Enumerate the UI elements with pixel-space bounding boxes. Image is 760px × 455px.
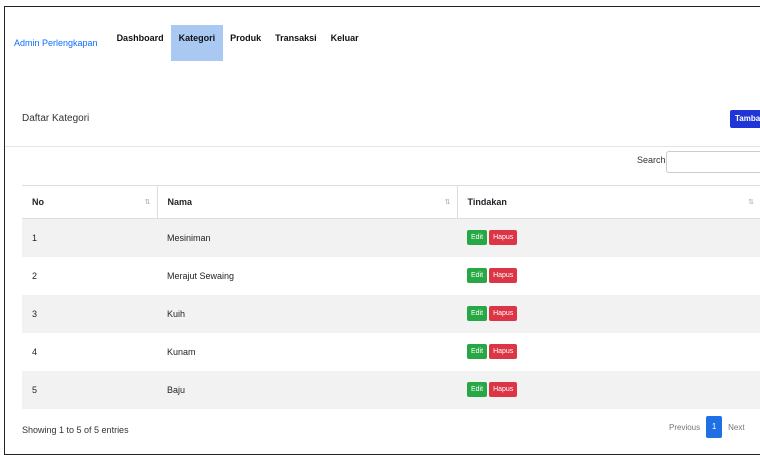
edit-button[interactable]: Edit bbox=[467, 268, 488, 283]
pagination-previous[interactable]: Previous bbox=[663, 423, 706, 432]
cell-no: 3 bbox=[32, 308, 38, 319]
table-header-row: No ⇅ Nama ⇅ Tindakan ⇅ bbox=[22, 185, 760, 219]
edit-button[interactable]: Edit bbox=[467, 306, 488, 321]
table-row: 4 Kunam Edit Hapus bbox=[22, 333, 760, 371]
sort-icon: ⇅ bbox=[748, 199, 754, 206]
table-row: 2 Merajut Sewaing Edit Hapus bbox=[22, 257, 760, 295]
delete-button[interactable]: Hapus bbox=[489, 230, 518, 246]
column-label: No bbox=[32, 197, 44, 207]
category-table: No ⇅ Nama ⇅ Tindakan ⇅ 1 Mesiniman Edit H… bbox=[22, 185, 760, 409]
nav-kategori[interactable]: Kategori bbox=[170, 25, 224, 61]
column-header-tindakan[interactable]: Tindakan ⇅ bbox=[456, 185, 760, 219]
page-title: Daftar Kategori bbox=[22, 113, 90, 124]
cell-nama: Mesiniman bbox=[167, 232, 211, 243]
nav-transaksi[interactable]: Transaksi bbox=[268, 25, 324, 61]
pagination-page-1[interactable]: 1 bbox=[706, 416, 723, 438]
edit-button[interactable]: Edit bbox=[467, 230, 488, 246]
table-row: 1 Mesiniman Edit Hapus bbox=[22, 218, 760, 257]
cell-actions: Edit Hapus bbox=[457, 295, 760, 333]
nav-dashboard[interactable]: Dashboard bbox=[110, 25, 171, 61]
delete-button[interactable]: Hapus bbox=[489, 344, 518, 359]
search-input[interactable] bbox=[666, 151, 760, 173]
cell-nama: Kuih bbox=[167, 308, 186, 319]
table-row: 3 Kuih Edit Hapus bbox=[22, 294, 760, 333]
cell-no: 4 bbox=[32, 346, 38, 357]
column-header-nama[interactable]: Nama ⇅ bbox=[156, 185, 457, 219]
cell-actions: Edit Hapus bbox=[457, 371, 760, 409]
divider bbox=[5, 146, 760, 147]
cell-actions: Edit Hapus bbox=[457, 333, 760, 371]
nav-produk[interactable]: Produk bbox=[223, 25, 268, 61]
brand-link[interactable]: Admin Perlengkapan bbox=[14, 38, 98, 48]
edit-button[interactable]: Edit bbox=[467, 382, 488, 397]
cell-no: 5 bbox=[32, 384, 38, 395]
cell-nama: Baju bbox=[167, 384, 186, 395]
column-label: Nama bbox=[167, 197, 193, 207]
cell-no: 2 bbox=[32, 270, 38, 281]
cell-nama: Kunam bbox=[167, 346, 196, 357]
add-category-button[interactable]: Tambah bbox=[730, 110, 760, 128]
column-header-no[interactable]: No ⇅ bbox=[22, 185, 157, 219]
cell-actions: Edit Hapus bbox=[457, 257, 760, 295]
pagination: Previous 1 Next bbox=[663, 416, 751, 438]
table-row: 5 Baju Edit Hapus bbox=[22, 370, 760, 409]
pagination-next[interactable]: Next bbox=[722, 423, 750, 432]
delete-button[interactable]: Hapus bbox=[489, 268, 518, 283]
search-label: Search: bbox=[637, 155, 669, 165]
sort-icon: ⇅ bbox=[144, 199, 151, 206]
sort-icon: ⇅ bbox=[444, 199, 451, 206]
column-label: Tindakan bbox=[467, 197, 507, 207]
delete-button[interactable]: Hapus bbox=[489, 382, 518, 397]
navbar: Admin Perlengkapan Dashboard Kategori Pr… bbox=[14, 25, 366, 61]
table-info: Showing 1 to 5 of 5 entries bbox=[22, 425, 129, 435]
cell-no: 1 bbox=[32, 232, 38, 243]
cell-nama: Merajut Sewaing bbox=[167, 270, 235, 281]
edit-button[interactable]: Edit bbox=[467, 344, 488, 359]
nav-keluar[interactable]: Keluar bbox=[324, 25, 366, 61]
delete-button[interactable]: Hapus bbox=[489, 306, 518, 321]
cell-actions: Edit Hapus bbox=[457, 219, 760, 257]
